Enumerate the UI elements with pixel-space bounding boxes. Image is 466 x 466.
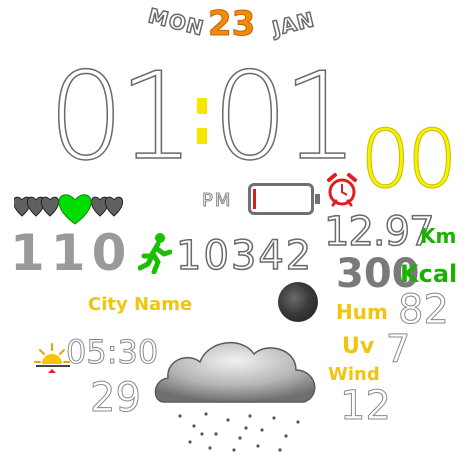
time-colon: [197, 98, 211, 158]
am-pm-indicator: PM: [201, 190, 233, 212]
uv-value: 7: [385, 327, 411, 371]
city-name: City Name: [88, 294, 193, 315]
moon-phase-icon: [278, 282, 318, 322]
battery-level-fill: [253, 189, 256, 209]
walking-person-icon: [138, 233, 172, 274]
step-count: 10342: [175, 233, 314, 279]
temperature-value: 29: [90, 375, 142, 421]
heart-rate-icons[interactable]: [14, 190, 124, 226]
distance-value: 12.97: [323, 209, 435, 255]
humidity-value: 82: [398, 287, 450, 333]
day-of-week: MON: [145, 3, 207, 41]
humidity-label: Hum: [336, 300, 388, 324]
minutes: 01: [211, 48, 359, 187]
month-name: JAN: [269, 6, 318, 41]
seconds: 00: [360, 113, 459, 206]
day-number: 23: [207, 4, 256, 45]
calories-unit: Kcal: [400, 260, 458, 288]
hours: 01: [47, 48, 195, 187]
heart-rate-value: 110: [10, 224, 133, 282]
wind-value: 12: [340, 383, 392, 429]
cloud-snow-icon: [154, 341, 316, 452]
alarm-clock-icon[interactable]: [325, 172, 359, 208]
sunrise-time: 05:30: [65, 333, 159, 371]
uv-label: Uv: [342, 334, 375, 359]
battery-icon[interactable]: [248, 183, 320, 215]
distance-unit: Km: [420, 224, 457, 248]
wind-label: Wind: [328, 364, 380, 385]
